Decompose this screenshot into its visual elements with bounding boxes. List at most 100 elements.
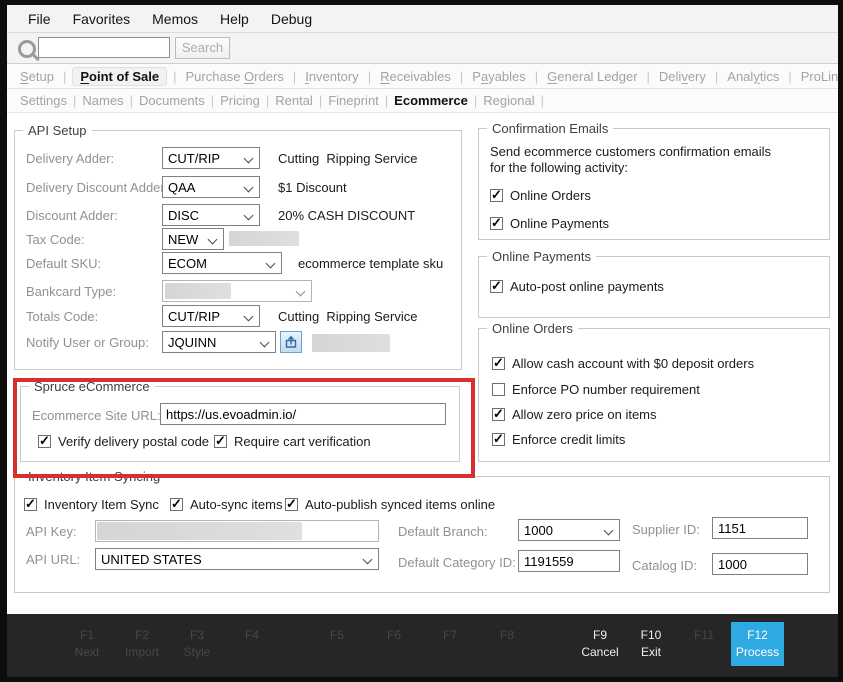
- subtab-pricing[interactable]: Pricing: [217, 91, 263, 110]
- tab-general-ledger[interactable]: General Ledger: [544, 67, 640, 86]
- delivery-discount-adder-dropdown[interactable]: QAA: [162, 176, 260, 198]
- api-url-dropdown[interactable]: UNITED STATES: [95, 548, 379, 570]
- search-bar: Search: [7, 33, 838, 64]
- delivery-discount-adder-value: QAA: [168, 180, 195, 195]
- checkbox-box: [214, 435, 227, 448]
- tab-setup[interactable]: Setup: [17, 67, 57, 86]
- subtab-names[interactable]: Names: [79, 91, 126, 110]
- notify-user-redacted-text: [312, 334, 390, 352]
- menu-memos[interactable]: Memos: [141, 11, 209, 27]
- checkbox-verify-delivery-postal-code[interactable]: Verify delivery postal code: [38, 433, 209, 449]
- app-window: File Favorites Memos Help Debug Search S…: [0, 0, 843, 682]
- checkbox-label: Auto-post online payments: [510, 279, 664, 294]
- subtab-documents[interactable]: Documents: [136, 91, 208, 110]
- api-setup-title: API Setup: [23, 123, 92, 138]
- confirmation-emails-desc-line1: Send ecommerce customers confirmation em…: [490, 144, 771, 159]
- default-branch-value: 1000: [524, 523, 553, 538]
- subtab-fineprint[interactable]: Fineprint: [325, 91, 382, 110]
- notify-user-lookup-button[interactable]: [280, 331, 302, 353]
- online-payments-title: Online Payments: [487, 249, 596, 264]
- ecommerce-site-url-input[interactable]: [160, 403, 446, 425]
- default-sku-desc: ecommerce template sku: [298, 256, 443, 271]
- api-url-value: UNITED STATES: [101, 552, 202, 567]
- checkbox-box: [490, 217, 503, 230]
- fkey-code: F1: [57, 627, 117, 644]
- tab-point-of-sale[interactable]: Point of Sale: [72, 67, 167, 86]
- checkbox-label: Auto-publish synced items online: [305, 497, 495, 512]
- search-input[interactable]: [38, 37, 170, 58]
- fkey-f8: F8: [477, 627, 537, 644]
- arrow-up-from-box-icon: [284, 335, 298, 349]
- checkbox-label: Online Orders: [510, 188, 591, 203]
- tab-payables[interactable]: Payables: [469, 67, 528, 86]
- checkbox-box: [490, 280, 503, 293]
- notify-user-dropdown[interactable]: JQUINN: [162, 331, 276, 353]
- tab-purchase-orders[interactable]: Purchase Orders: [183, 67, 287, 86]
- checkbox-label: Allow zero price on items: [512, 407, 657, 422]
- confirmation-emails-title: Confirmation Emails: [487, 121, 613, 136]
- discount-adder-label: Discount Adder:: [26, 208, 118, 223]
- checkbox-label: Enforce credit limits: [512, 432, 625, 447]
- search-button[interactable]: Search: [175, 37, 230, 59]
- tax-code-redacted-text: [229, 231, 299, 246]
- discount-adder-dropdown[interactable]: DISC: [162, 204, 260, 226]
- subtab-settings[interactable]: Settings: [17, 91, 70, 110]
- notify-user-value: JQUINN: [168, 335, 216, 350]
- totals-code-desc: Cutting Ripping Service: [278, 309, 417, 324]
- subtab-rental[interactable]: Rental: [272, 91, 316, 110]
- discount-adder-value: DISC: [168, 208, 199, 223]
- default-sku-dropdown[interactable]: ECOM: [162, 252, 282, 274]
- menu-file[interactable]: File: [17, 11, 62, 27]
- checkbox-enforce-po-number[interactable]: Enforce PO number requirement: [492, 381, 700, 397]
- fkey-code: F10: [621, 627, 681, 644]
- inventory-item-syncing-title: Inventory Item Syncing: [23, 469, 165, 484]
- delivery-adder-desc: Cutting Ripping Service: [278, 151, 417, 166]
- checkbox-allow-zero-price[interactable]: Allow zero price on items: [492, 406, 657, 422]
- checkbox-online-payments[interactable]: Online Payments: [490, 215, 609, 231]
- bankcard-type-label: Bankcard Type:: [26, 284, 116, 299]
- fkey-f10-exit[interactable]: F10 Exit: [621, 627, 681, 662]
- checkbox-auto-publish-synced-items[interactable]: Auto-publish synced items online: [285, 496, 495, 512]
- tab-receivables[interactable]: Receivables: [377, 67, 454, 86]
- checkbox-online-orders[interactable]: Online Orders: [490, 187, 591, 203]
- spruce-ecommerce-title: Spruce eCommerce: [29, 379, 155, 394]
- fkey-code: F7: [420, 627, 480, 644]
- tax-code-dropdown[interactable]: NEW: [162, 228, 224, 250]
- api-url-label: API URL:: [26, 552, 80, 567]
- menu-favorites[interactable]: Favorites: [62, 11, 142, 27]
- checkbox-auto-sync-items[interactable]: Auto-sync items: [170, 496, 282, 512]
- tab-inventory[interactable]: Inventory: [302, 67, 362, 86]
- delivery-adder-dropdown[interactable]: CUT/RIP: [162, 147, 260, 169]
- fkey-f12-process-button[interactable]: F12 Process: [731, 622, 784, 666]
- discount-adder-desc: 20% CASH DISCOUNT: [278, 208, 415, 223]
- subtab-ecommerce[interactable]: Ecommerce: [391, 91, 471, 110]
- menu-help[interactable]: Help: [209, 11, 260, 27]
- notify-user-label: Notify User or Group:: [26, 335, 149, 350]
- fkey-code: F5: [307, 627, 367, 644]
- tab-delivery[interactable]: Delivery: [656, 67, 709, 86]
- menu-debug[interactable]: Debug: [260, 11, 323, 27]
- supplier-id-input[interactable]: [712, 517, 808, 539]
- checkbox-label: Require cart verification: [234, 434, 371, 449]
- fkey-label: Process: [736, 644, 779, 661]
- totals-code-dropdown[interactable]: CUT/RIP: [162, 305, 260, 327]
- checkbox-enforce-credit-limits[interactable]: Enforce credit limits: [492, 431, 625, 447]
- default-sku-label: Default SKU:: [26, 256, 101, 271]
- checkbox-inventory-item-sync[interactable]: Inventory Item Sync: [24, 496, 159, 512]
- default-category-id-label: Default Category ID:: [398, 555, 516, 570]
- fkey-label: Exit: [621, 644, 681, 661]
- checkbox-auto-post-online-payments[interactable]: Auto-post online payments: [490, 278, 664, 294]
- checkbox-box: [24, 498, 37, 511]
- catalog-id-input[interactable]: [712, 553, 808, 575]
- default-branch-dropdown[interactable]: 1000: [518, 519, 620, 541]
- tab-analytics[interactable]: Analytics: [724, 67, 782, 86]
- checkbox-box: [490, 189, 503, 202]
- fkey-f4: F4: [222, 627, 282, 644]
- supplier-id-label: Supplier ID:: [632, 522, 700, 537]
- checkbox-label: Verify delivery postal code: [58, 434, 209, 449]
- checkbox-require-cart-verification[interactable]: Require cart verification: [214, 433, 371, 449]
- checkbox-allow-cash-account[interactable]: Allow cash account with $0 deposit order…: [492, 355, 754, 371]
- tab-prolink[interactable]: ProLink: [798, 67, 843, 86]
- subtab-regional[interactable]: Regional: [480, 91, 537, 110]
- default-category-id-input[interactable]: [518, 550, 620, 572]
